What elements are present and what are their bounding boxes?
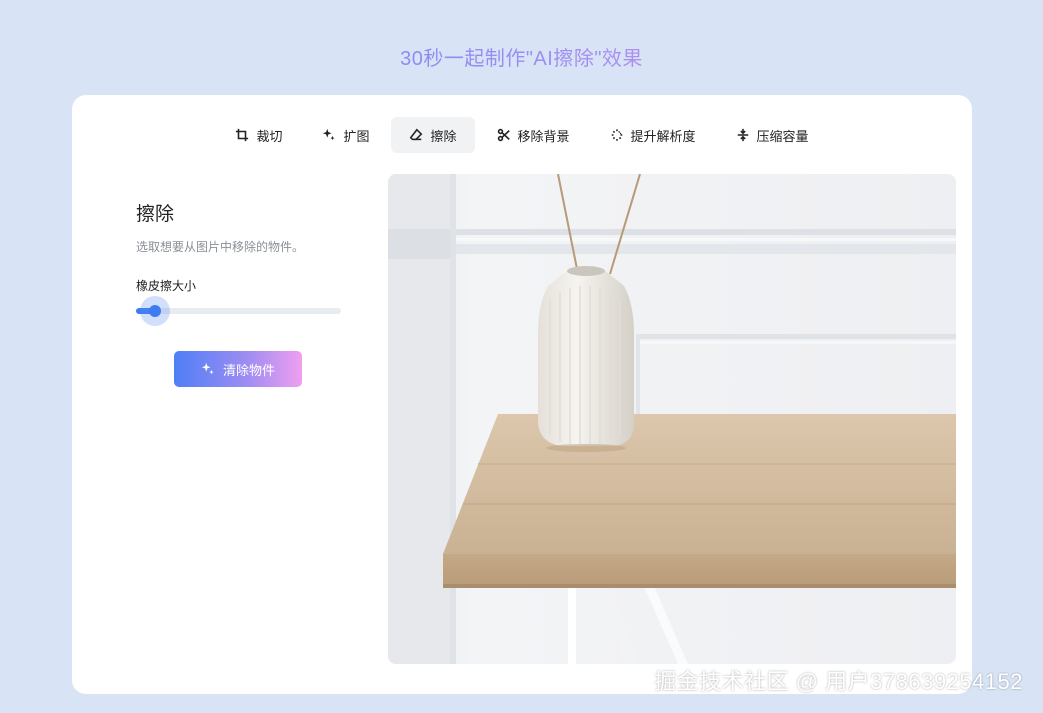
tab-expand[interactable]: 扩图 — [304, 117, 387, 153]
tab-enhance-resolution[interactable]: 提升解析度 — [592, 117, 714, 153]
compress-icon — [736, 128, 757, 142]
tab-label: 扩图 — [343, 128, 370, 144]
watermark: 掘金技术社区 @ 用户378639254152 — [654, 669, 1023, 694]
tab-label: 提升解析度 — [630, 128, 696, 144]
enhance-icon — [610, 128, 631, 142]
clear-objects-button[interactable]: 清除物件 — [174, 351, 302, 387]
eraser-icon — [409, 128, 430, 142]
clear-objects-label: 清除物件 — [222, 362, 275, 378]
preview-image[interactable] — [388, 174, 956, 664]
panel-title: 擦除 — [136, 204, 175, 225]
tab-erase[interactable]: 擦除 — [391, 117, 475, 153]
tab-label: 裁切 — [256, 128, 283, 144]
tab-remove-background[interactable]: 移除背景 — [479, 117, 588, 153]
erase-panel: 擦除 选取想要从图片中移除的物件。 橡皮擦大小 清除物件 — [136, 199, 366, 387]
tab-label: 移除背景 — [517, 128, 570, 144]
crop-icon — [235, 128, 256, 142]
scissors-icon — [497, 128, 518, 142]
tool-tabs: 裁切 扩图 擦除 移除背景 提升解析度 压缩容量 — [72, 117, 972, 153]
sparkle-icon — [201, 362, 223, 376]
vase-on-table-illustration — [388, 174, 956, 664]
tab-crop[interactable]: 裁切 — [217, 117, 300, 153]
page-title: 30秒一起制作"AI擦除"效果 — [0, 42, 1043, 71]
panel-description: 选取想要从图片中移除的物件。 — [136, 240, 305, 254]
slider-thumb[interactable] — [149, 305, 161, 317]
eraser-size-slider[interactable] — [136, 296, 341, 326]
eraser-size-label: 橡皮擦大小 — [136, 279, 197, 293]
sparkle-icon — [322, 128, 343, 142]
tab-label: 压缩容量 — [756, 128, 809, 144]
tab-label: 擦除 — [430, 128, 457, 144]
editor-card: 裁切 扩图 擦除 移除背景 提升解析度 压缩容量 擦除 选取想要从图片中移除的物… — [72, 95, 972, 694]
tab-compress[interactable]: 压缩容量 — [718, 117, 827, 153]
